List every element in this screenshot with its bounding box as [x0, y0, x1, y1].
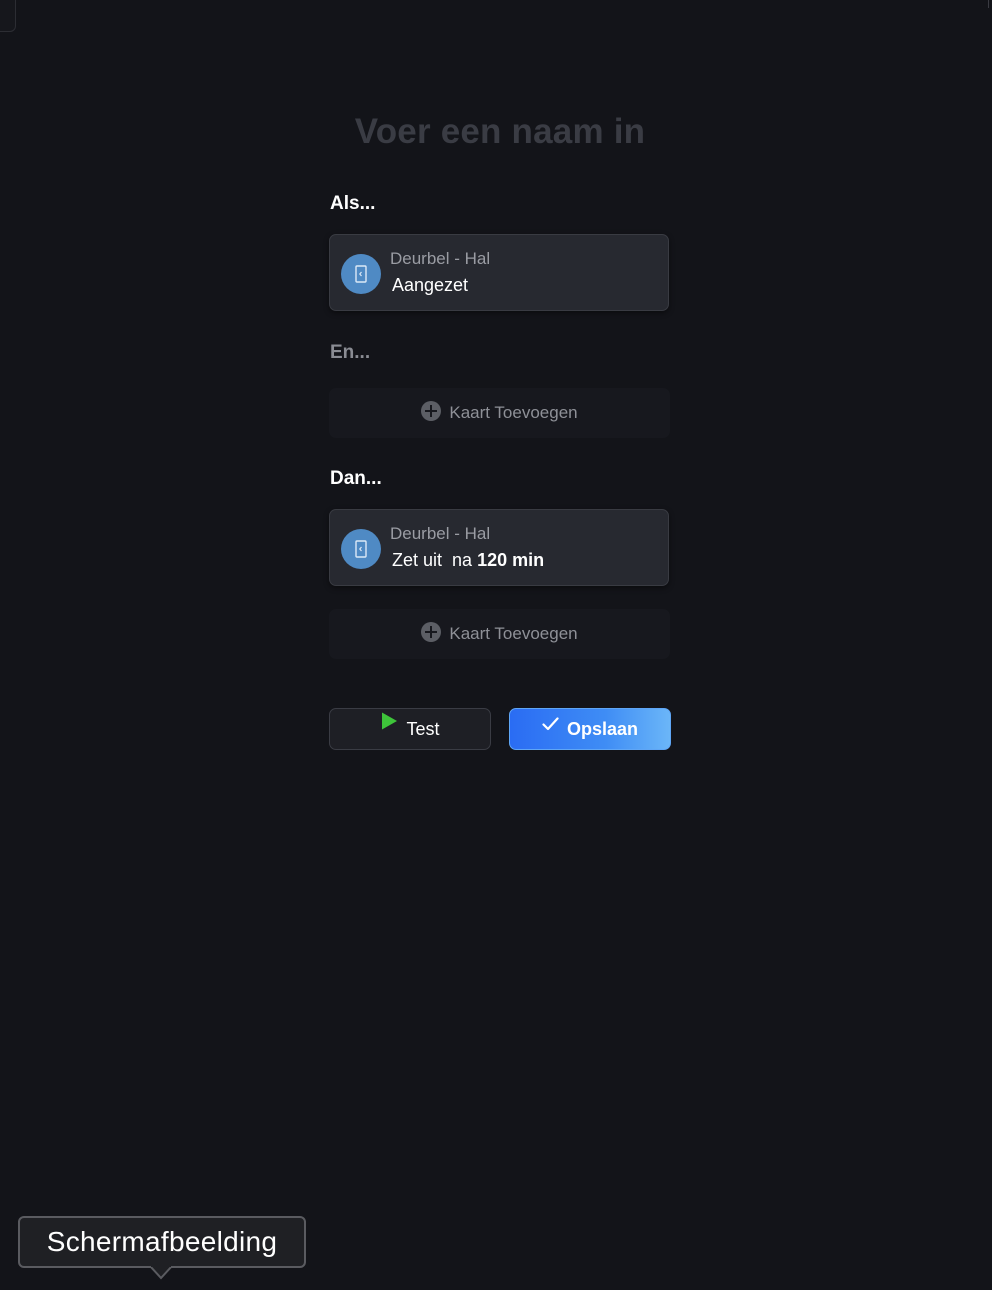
add-action-card-button[interactable]: Kaart Toevoegen — [329, 609, 670, 659]
trigger-device-name: Deurbel - Hal — [390, 249, 491, 268]
trigger-action: Aangezet — [392, 275, 469, 295]
checkmark-icon — [542, 707, 559, 747]
section-label-then: Dan... — [330, 468, 382, 489]
action-delay-value: 120 min — [477, 550, 545, 570]
tooltip: Schermafbeelding — [18, 1216, 306, 1268]
add-action-label: Kaart Toevoegen — [449, 624, 578, 643]
door-icon — [341, 254, 381, 294]
window-corner-tab — [0, 0, 16, 32]
action-card[interactable]: Deurbel - Hal Zet uit na 120 min — [329, 509, 669, 586]
flow-name-placeholder[interactable]: Voer een naam in — [330, 112, 670, 152]
test-button-label: Test — [406, 719, 440, 739]
trigger-card[interactable]: Deurbel - Hal Aangezet — [329, 234, 669, 311]
action-text: Zet uit na 120 min — [392, 550, 544, 571]
add-condition-card-button[interactable]: Kaart Toevoegen — [329, 388, 670, 438]
action-delay-prefix: na — [452, 550, 473, 570]
door-icon — [341, 529, 381, 569]
save-button[interactable]: Opslaan — [509, 708, 671, 750]
plus-circle-icon — [421, 401, 442, 421]
section-label-and: En... — [330, 342, 371, 363]
plus-circle-icon — [421, 622, 442, 642]
window-edge-marker — [988, 0, 989, 8]
save-button-label: Opslaan — [566, 719, 639, 739]
tooltip-text: Schermafbeelding — [46, 1226, 278, 1257]
play-icon — [380, 707, 398, 747]
test-button[interactable]: Test — [329, 708, 491, 750]
action-verb: Zet uit — [392, 550, 443, 570]
action-device-name: Deurbel - Hal — [390, 524, 491, 543]
add-condition-label: Kaart Toevoegen — [449, 403, 578, 422]
section-label-when: Als... — [330, 193, 376, 214]
